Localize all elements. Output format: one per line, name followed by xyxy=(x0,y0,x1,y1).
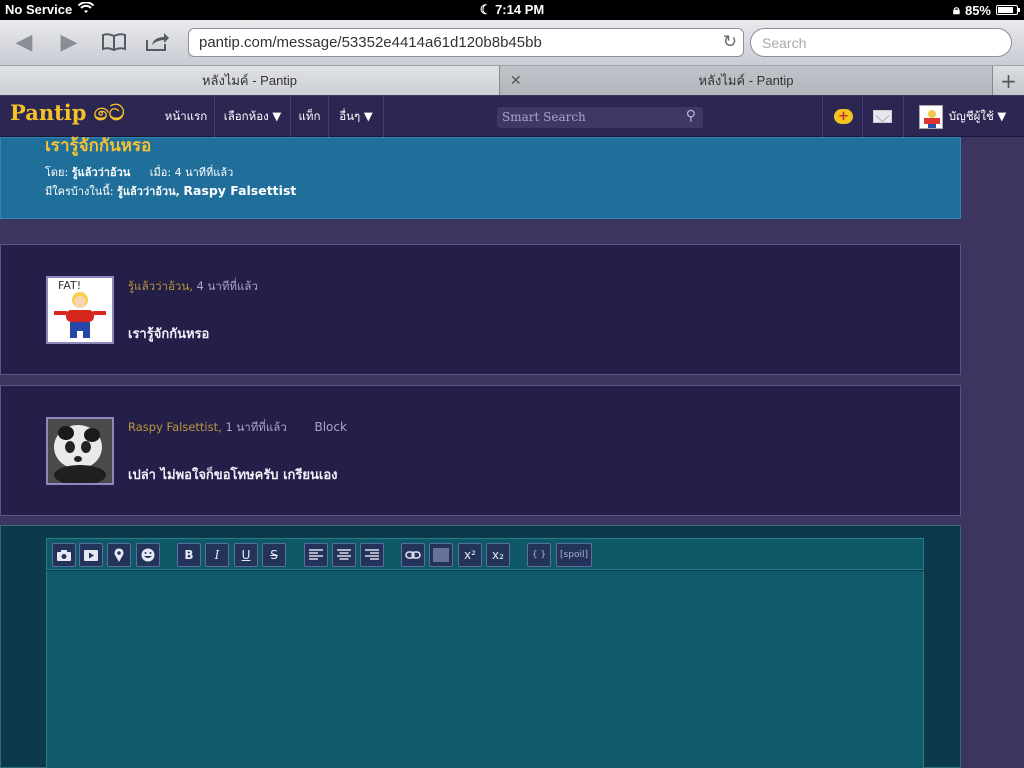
topic-header: เรารู้จักกันหรอ โดย: รู้แล้วว่าอ้วน เมื่… xyxy=(0,136,961,219)
tab-2[interactable]: ✕ หลังไมค์ - Pantip xyxy=(500,66,992,95)
bold-button[interactable]: B xyxy=(177,543,201,567)
comment-header: รู้แล้วว่าอ้วน, 4 นาทีที่แล้ว xyxy=(128,278,258,296)
avatar[interactable] xyxy=(46,417,114,485)
plus-icon: + xyxy=(1000,68,1017,93)
nav-tags[interactable]: แท็ก xyxy=(290,96,328,137)
chat-button[interactable]: + xyxy=(822,96,864,137)
comment-item: FAT! รู้แล้วว่าอ้วน, 4 นาทีที่แล้ว เรารู… xyxy=(0,244,961,375)
underline-button[interactable]: U xyxy=(234,543,258,567)
topic-author-link[interactable]: รู้แล้วว่าอ้วน xyxy=(72,166,131,179)
italic-button[interactable]: I xyxy=(205,543,229,567)
video-icon[interactable] xyxy=(79,543,103,567)
align-right-icon[interactable] xyxy=(360,543,384,567)
topic-meta: โดย: รู้แล้วว่าอ้วน เมื่อ: 4 นาทีที่แล้ว xyxy=(45,166,234,179)
comment-header: Raspy Falsettist, 1 นาทีที่แล้ว Block xyxy=(128,419,347,437)
strikethrough-button[interactable]: S xyxy=(262,543,286,567)
share-icon[interactable] xyxy=(143,28,171,56)
close-tab-icon[interactable]: ✕ xyxy=(510,72,522,89)
comment-time: 1 นาทีที่แล้ว xyxy=(225,420,287,434)
avatar xyxy=(918,104,943,129)
comment-author-link[interactable]: รู้แล้วว่าอ้วน, xyxy=(128,279,193,293)
account-menu[interactable]: บัญชีผู้ใช้ ▼ xyxy=(903,96,1021,137)
tab-bar: หลังไมค์ - Pantip ✕ หลังไมค์ - Pantip + xyxy=(0,66,1024,95)
emoticon-icon[interactable] xyxy=(136,543,160,567)
tab-1[interactable]: หลังไมค์ - Pantip xyxy=(0,66,500,95)
nav-select-room[interactable]: เลือกห้อง ▼ xyxy=(214,96,290,137)
orientation-lock-icon: 🔒︎ xyxy=(953,2,960,17)
search-placeholder: Search xyxy=(762,35,807,51)
avatar-caption: FAT! xyxy=(58,279,81,292)
logo-swirl-icon: ටෙ xyxy=(93,101,125,126)
address-bar[interactable]: pantip.com/message/53352e4414a61d120b8b4… xyxy=(188,28,744,57)
smart-search-input[interactable]: Smart Search ⚲ xyxy=(497,107,703,128)
account-label: บัญชีผู้ใช้ ▼ xyxy=(948,108,1007,123)
topic-title: เรารู้จักกันหรอ xyxy=(45,136,152,156)
spoiler-button[interactable]: [spoil] xyxy=(556,543,592,567)
pantip-logo[interactable]: Pantip ටෙ xyxy=(10,100,125,126)
comment-text: เรารู้จักกันหรอ xyxy=(128,327,210,342)
url-text: pantip.com/message/53352e4414a61d120b8b4… xyxy=(199,34,542,51)
reply-box: B I U S x² x₂ { } [spoil] xyxy=(0,525,961,768)
browser-search-field[interactable]: Search xyxy=(750,28,1012,57)
code-button[interactable]: { } xyxy=(527,543,551,567)
topic-participants: มีใครบ้างในนี้: รู้แล้วว่าอ้วน, Raspy Fa… xyxy=(45,183,297,198)
block-link[interactable]: Block xyxy=(314,420,346,434)
new-tab-button[interactable]: + xyxy=(992,66,1024,95)
clock-label: 7:14 PM xyxy=(495,2,545,17)
nav-home[interactable]: หน้าแรก xyxy=(162,96,210,137)
camera-icon[interactable] xyxy=(52,543,76,567)
forward-arrow-icon[interactable]: ▶ xyxy=(55,28,83,56)
search-icon[interactable]: ⚲ xyxy=(686,108,696,124)
back-arrow-icon[interactable]: ◀ xyxy=(10,28,38,56)
comment-author-link[interactable]: Raspy Falsettist, xyxy=(128,420,222,434)
tab-2-label: หลังไมค์ - Pantip xyxy=(698,73,794,88)
align-left-icon[interactable] xyxy=(304,543,328,567)
participant-link[interactable]: Raspy Falsettist xyxy=(183,183,296,198)
browser-toolbar: ◀ ▶ pantip.com/message/53352e4414a61d120… xyxy=(0,20,1024,66)
avatar[interactable]: FAT! xyxy=(46,276,114,344)
code-bars-icon[interactable] xyxy=(429,543,453,567)
editor-toolbar: B I U S x² x₂ { } [spoil] xyxy=(46,538,924,570)
tab-1-label: หลังไมค์ - Pantip xyxy=(201,73,298,88)
reply-editor-area[interactable] xyxy=(46,571,924,768)
participant-link[interactable]: รู้แล้วว่าอ้วน, xyxy=(117,185,180,198)
bookmarks-icon[interactable] xyxy=(100,28,128,56)
reload-icon[interactable]: ↻ xyxy=(723,32,737,52)
link-icon[interactable] xyxy=(401,543,425,567)
nav-more[interactable]: อื่นๆ ▼ xyxy=(328,96,384,137)
chat-bubble-icon: + xyxy=(834,109,853,124)
superscript-button[interactable]: x² xyxy=(458,543,482,567)
comment-text: เปล่า ไม่พอใจก็ขอโทษครับ เกรียนเอง xyxy=(128,468,338,483)
battery-percent: 85% xyxy=(964,2,991,18)
mail-icon xyxy=(873,110,892,123)
comment-time: 4 นาทีที่แล้ว xyxy=(196,279,258,293)
ios-status-bar: No Service ☾ 7:14 PM 🔒︎ 85% xyxy=(0,0,1024,20)
battery-icon xyxy=(996,5,1020,15)
moon-icon: ☾ xyxy=(479,2,492,17)
align-center-icon[interactable] xyxy=(332,543,356,567)
mail-button[interactable] xyxy=(862,96,902,137)
comment-item: Raspy Falsettist, 1 นาทีที่แล้ว Block เป… xyxy=(0,385,961,516)
subscript-button[interactable]: x₂ xyxy=(486,543,510,567)
map-pin-icon[interactable] xyxy=(107,543,131,567)
